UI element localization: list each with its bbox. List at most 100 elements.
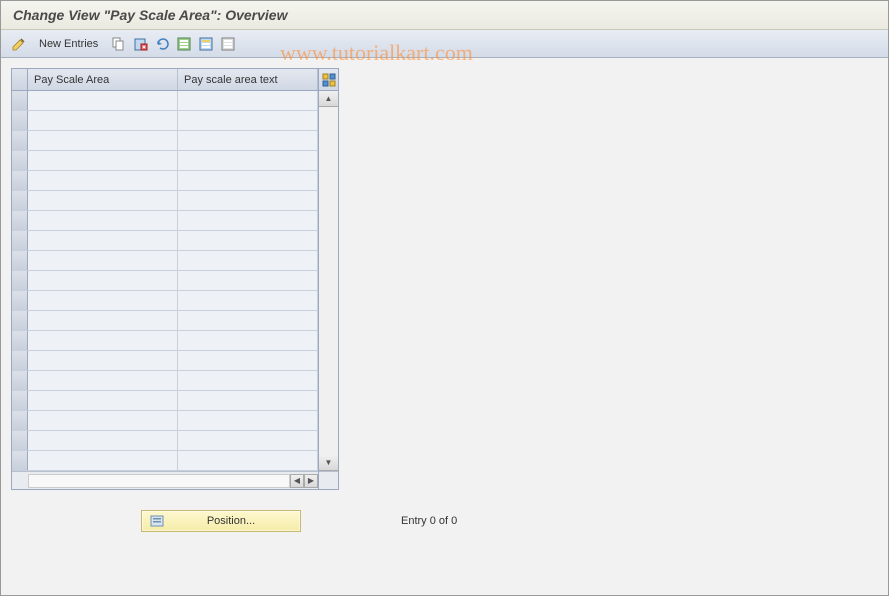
cell-pay-scale-area-text[interactable] <box>178 231 318 250</box>
cell-pay-scale-area[interactable] <box>28 311 178 330</box>
cell-pay-scale-area[interactable] <box>28 391 178 410</box>
cell-pay-scale-area[interactable] <box>28 371 178 390</box>
cell-pay-scale-area[interactable] <box>28 211 178 230</box>
cell-pay-scale-area[interactable] <box>28 411 178 430</box>
row-selector[interactable] <box>12 351 28 370</box>
cell-pay-scale-area-text[interactable] <box>178 451 318 470</box>
row-selector[interactable] <box>12 371 28 390</box>
cell-pay-scale-area[interactable] <box>28 251 178 270</box>
row-selector[interactable] <box>12 231 28 250</box>
table-body <box>12 91 318 471</box>
cell-pay-scale-area[interactable] <box>28 351 178 370</box>
row-selector[interactable] <box>12 431 28 450</box>
table-row <box>12 411 318 431</box>
row-selector[interactable] <box>12 331 28 350</box>
cell-pay-scale-area[interactable] <box>28 431 178 450</box>
new-entries-button[interactable]: New Entries <box>33 38 104 50</box>
scroll-corner <box>319 471 338 489</box>
row-selector[interactable] <box>12 111 28 130</box>
row-selector[interactable] <box>12 451 28 470</box>
delete-icon[interactable] <box>132 36 148 52</box>
cell-pay-scale-area[interactable] <box>28 291 178 310</box>
position-button[interactable]: Position... <box>141 510 301 532</box>
cell-pay-scale-area[interactable] <box>28 131 178 150</box>
row-selector[interactable] <box>12 391 28 410</box>
select-all-rows[interactable] <box>12 69 28 90</box>
hscroll-right-icon[interactable]: ▶ <box>304 474 318 488</box>
cell-pay-scale-area[interactable] <box>28 331 178 350</box>
cell-pay-scale-area-text[interactable] <box>178 251 318 270</box>
table-row <box>12 91 318 111</box>
row-selector[interactable] <box>12 91 28 110</box>
table-row <box>12 431 318 451</box>
vscroll-up-icon[interactable]: ▲ <box>319 91 338 107</box>
row-selector[interactable] <box>12 211 28 230</box>
cell-pay-scale-area[interactable] <box>28 171 178 190</box>
table-settings-icon[interactable] <box>319 69 338 91</box>
select-all-icon[interactable] <box>176 36 192 52</box>
vscroll-down-icon[interactable]: ▼ <box>319 455 338 471</box>
select-block-icon[interactable] <box>198 36 214 52</box>
cell-pay-scale-area-text[interactable] <box>178 211 318 230</box>
table-row <box>12 131 318 151</box>
cell-pay-scale-area[interactable] <box>28 451 178 470</box>
vscroll-track[interactable] <box>319 107 338 455</box>
table-row <box>12 331 318 351</box>
cell-pay-scale-area-text[interactable] <box>178 91 318 110</box>
cell-pay-scale-area-text[interactable] <box>178 171 318 190</box>
row-selector[interactable] <box>12 311 28 330</box>
row-selector[interactable] <box>12 271 28 290</box>
table-row <box>12 251 318 271</box>
table-header: Pay Scale Area Pay scale area text <box>12 69 318 91</box>
cell-pay-scale-area-text[interactable] <box>178 351 318 370</box>
cell-pay-scale-area-text[interactable] <box>178 391 318 410</box>
entry-status-text: Entry 0 of 0 <box>401 515 457 527</box>
content-area: Pay Scale Area Pay scale area text ◀ ▶ ▲… <box>1 58 888 542</box>
table-row <box>12 171 318 191</box>
row-selector[interactable] <box>12 191 28 210</box>
column-header-pay-scale-area[interactable]: Pay Scale Area <box>28 69 178 90</box>
copy-icon[interactable] <box>110 36 126 52</box>
page-title: Change View "Pay Scale Area": Overview <box>1 1 888 30</box>
cell-pay-scale-area[interactable] <box>28 151 178 170</box>
table-row <box>12 371 318 391</box>
table-row <box>12 311 318 331</box>
deselect-all-icon[interactable] <box>220 36 236 52</box>
cell-pay-scale-area-text[interactable] <box>178 291 318 310</box>
cell-pay-scale-area[interactable] <box>28 231 178 250</box>
cell-pay-scale-area-text[interactable] <box>178 431 318 450</box>
row-selector[interactable] <box>12 291 28 310</box>
cell-pay-scale-area-text[interactable] <box>178 331 318 350</box>
cell-pay-scale-area-text[interactable] <box>178 411 318 430</box>
cell-pay-scale-area[interactable] <box>28 91 178 110</box>
row-selector[interactable] <box>12 131 28 150</box>
column-header-pay-scale-area-text[interactable]: Pay scale area text <box>178 69 318 90</box>
undo-icon[interactable] <box>154 36 170 52</box>
cell-pay-scale-area-text[interactable] <box>178 371 318 390</box>
cell-pay-scale-area-text[interactable] <box>178 131 318 150</box>
table-row <box>12 191 318 211</box>
table-row <box>12 231 318 251</box>
cell-pay-scale-area[interactable] <box>28 111 178 130</box>
cell-pay-scale-area-text[interactable] <box>178 151 318 170</box>
cell-pay-scale-area-text[interactable] <box>178 271 318 290</box>
table-row <box>12 211 318 231</box>
position-button-label: Position... <box>170 515 292 527</box>
row-selector[interactable] <box>12 411 28 430</box>
row-selector[interactable] <box>12 151 28 170</box>
table-row <box>12 351 318 371</box>
cell-pay-scale-area-text[interactable] <box>178 111 318 130</box>
row-selector[interactable] <box>12 171 28 190</box>
data-table: Pay Scale Area Pay scale area text ◀ ▶ ▲… <box>11 68 339 490</box>
cell-pay-scale-area-text[interactable] <box>178 311 318 330</box>
table-row <box>12 111 318 131</box>
table-row <box>12 271 318 291</box>
row-selector[interactable] <box>12 251 28 270</box>
table-row <box>12 291 318 311</box>
hscroll-track[interactable] <box>28 474 290 488</box>
cell-pay-scale-area[interactable] <box>28 191 178 210</box>
hscroll-left-icon[interactable]: ◀ <box>290 474 304 488</box>
toggle-edit-icon[interactable] <box>11 36 27 52</box>
cell-pay-scale-area[interactable] <box>28 271 178 290</box>
cell-pay-scale-area-text[interactable] <box>178 191 318 210</box>
